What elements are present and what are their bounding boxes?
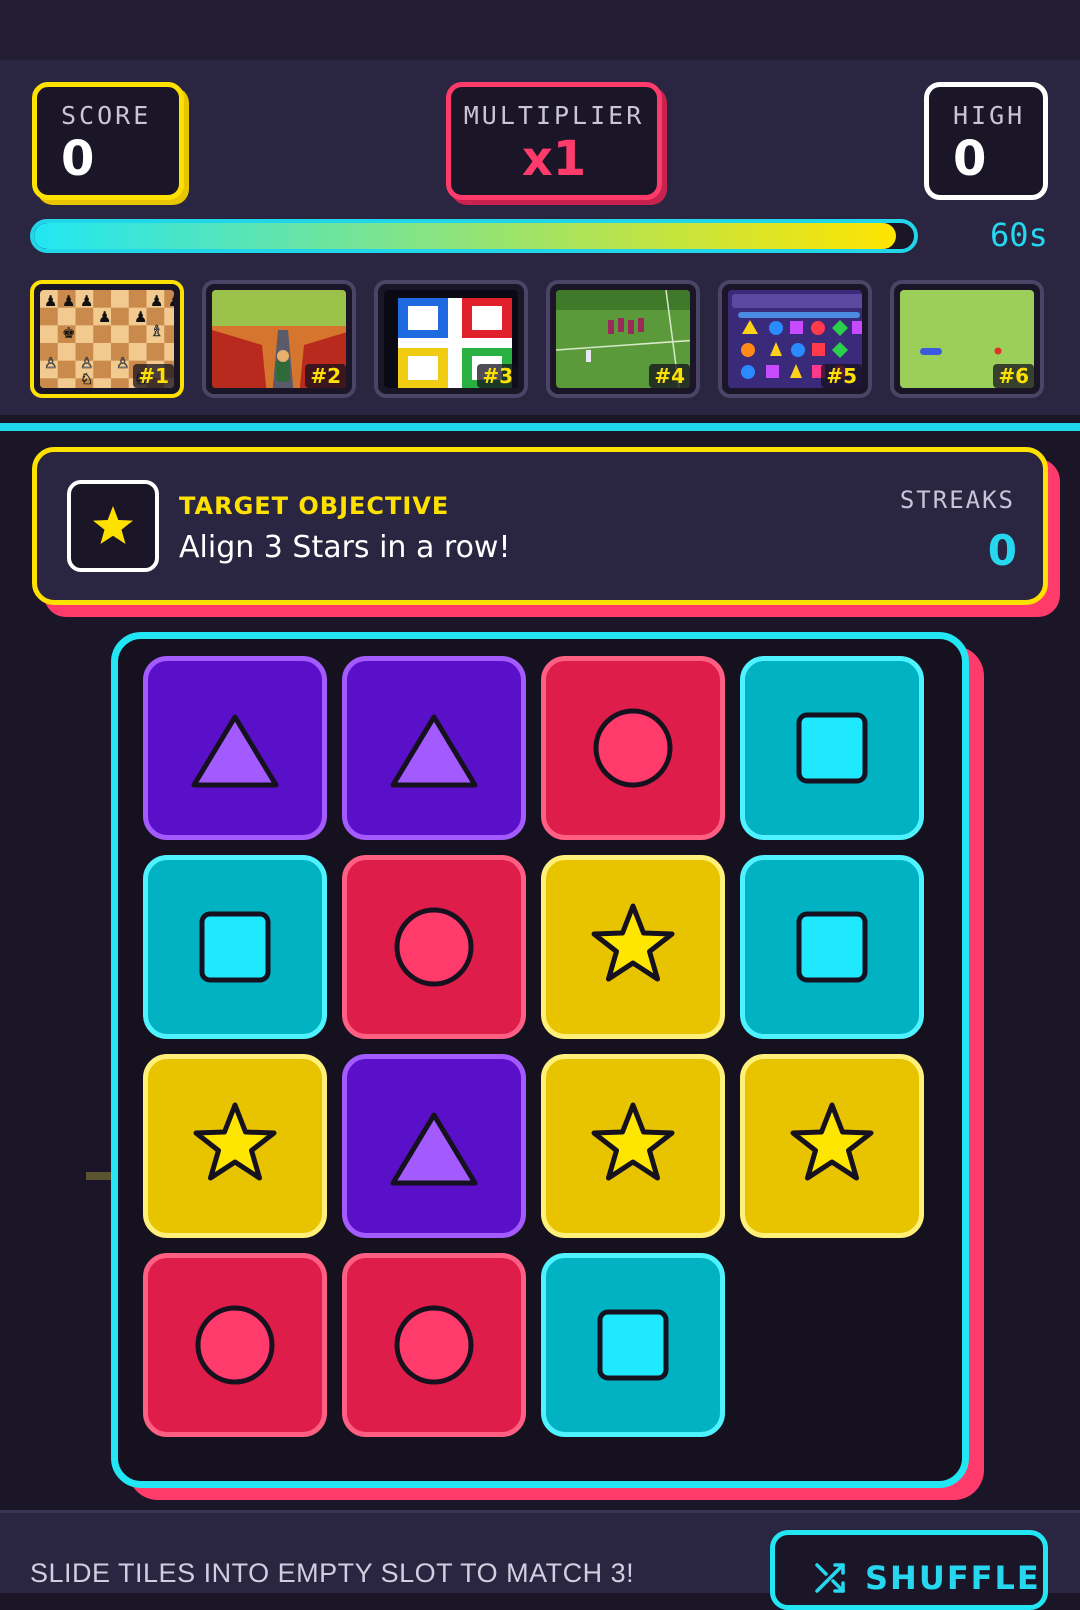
square-tile[interactable]: [740, 656, 924, 840]
triangle-tile[interactable]: [143, 656, 327, 840]
top-strip: [0, 0, 1080, 60]
svg-text:♙: ♙: [44, 354, 57, 372]
game-thumbnail-6[interactable]: #6: [890, 280, 1044, 398]
game-thumbnail-1[interactable]: ♟♟♟♟♟ ♟♟♚ ♙ ♙ ♙ ♘ ♘ ♗ #1: [30, 280, 184, 398]
game-thumbnail-2[interactable]: #2: [202, 280, 356, 398]
star-tile[interactable]: [143, 1054, 327, 1238]
circle-icon: [195, 1305, 275, 1385]
circle-icon: [394, 1305, 474, 1385]
circle-tile[interactable]: [342, 1253, 526, 1437]
svg-text:♟: ♟: [62, 292, 75, 310]
circle-tile[interactable]: [143, 1253, 327, 1437]
svg-text:♘: ♘: [80, 370, 93, 388]
svg-text:♟: ♟: [150, 292, 163, 310]
star-tile[interactable]: [740, 1054, 924, 1238]
high-label: HIGH: [953, 101, 1026, 130]
timer-text: 60s: [990, 216, 1048, 254]
square-icon: [796, 911, 868, 983]
thumbnail-tag: #5: [821, 364, 862, 388]
timer-bar-fill: [34, 223, 897, 249]
triangle-icon: [191, 714, 279, 788]
puzzle-board: [111, 632, 969, 1488]
circle-icon: [394, 907, 474, 987]
svg-text:♚: ♚: [62, 324, 75, 342]
thumbnail-tag: #2: [305, 364, 346, 388]
section-divider: [0, 423, 1080, 431]
streaks-label: STREAKS: [899, 486, 1015, 514]
empty-slot[interactable]: [740, 1253, 924, 1437]
triangle-tile[interactable]: [342, 656, 526, 840]
star-icon: [591, 903, 675, 982]
multiplier-value: x1: [521, 131, 587, 187]
square-tile[interactable]: [740, 855, 924, 1039]
svg-text:♙: ♙: [116, 354, 129, 372]
square-tile[interactable]: [143, 855, 327, 1039]
timer-bar: [30, 219, 918, 253]
star-tile[interactable]: [541, 1054, 725, 1238]
square-tile[interactable]: [541, 1253, 725, 1437]
multiplier-label: MULTIPLIER: [463, 101, 645, 130]
score-box: SCORE 0: [32, 82, 184, 200]
star-tile[interactable]: [541, 855, 725, 1039]
svg-text:♟: ♟: [168, 292, 174, 310]
triangle-tile[interactable]: [342, 1054, 526, 1238]
svg-text:♗: ♗: [150, 322, 163, 340]
objective-card: TARGET OBJECTIVE Align 3 Stars in a row!…: [32, 447, 1048, 605]
game-thumbnail-5[interactable]: #5: [718, 280, 872, 398]
instructions-text: SLIDE TILES INTO EMPTY SLOT TO MATCH 3!: [30, 1558, 635, 1588]
thumbnail-tag: #6: [993, 364, 1034, 388]
score-label: SCORE: [61, 101, 152, 130]
square-icon: [796, 712, 868, 784]
square-icon: [597, 1309, 669, 1381]
svg-text:♟: ♟: [134, 308, 147, 326]
thumbnail-tag: #1: [133, 364, 174, 388]
shuffle-label: SHUFFLE: [865, 1559, 1041, 1597]
objective-title: TARGET OBJECTIVE: [179, 492, 450, 520]
circle-tile[interactable]: [541, 656, 725, 840]
svg-text:♟: ♟: [98, 308, 111, 326]
circle-tile[interactable]: [342, 855, 526, 1039]
thumbnail-tag: #4: [649, 364, 690, 388]
svg-text:♟: ♟: [80, 292, 93, 310]
triangle-icon: [390, 714, 478, 788]
score-value: 0: [61, 131, 95, 187]
star-icon: [67, 480, 159, 572]
drag-hint-mark: [86, 1172, 114, 1180]
game-thumbnail-4[interactable]: #4: [546, 280, 700, 398]
star-icon: [193, 1102, 277, 1181]
multiplier-box: MULTIPLIER x1: [446, 82, 662, 200]
star-icon: [591, 1102, 675, 1181]
game-thumbnail-3[interactable]: #3: [374, 280, 528, 398]
triangle-icon: [390, 1112, 478, 1186]
objective-text: Align 3 Stars in a row!: [179, 530, 511, 565]
thumbnail-tag: #3: [477, 364, 518, 388]
star-icon: [790, 1102, 874, 1181]
streaks-value: 0: [987, 526, 1017, 575]
square-icon: [199, 911, 271, 983]
high-score-box: HIGH 0: [924, 82, 1048, 200]
shuffle-button[interactable]: SHUFFLE: [770, 1530, 1048, 1610]
high-value: 0: [953, 131, 987, 187]
circle-icon: [593, 708, 673, 788]
svg-text:♟: ♟: [44, 292, 57, 310]
